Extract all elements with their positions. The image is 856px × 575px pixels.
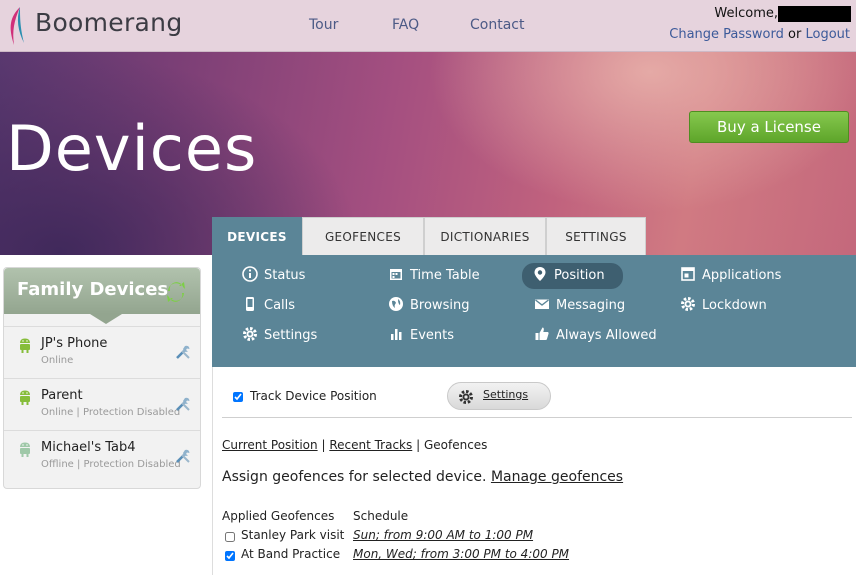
subnav-events-label: Events (410, 328, 455, 343)
brand-name[interactable]: Boomerang (35, 8, 183, 37)
tab-devices[interactable]: DEVICES (212, 217, 302, 255)
device-status: Online | Protection Disabled (41, 407, 181, 418)
tools-icon[interactable] (174, 395, 192, 413)
bar-chart-icon (391, 329, 402, 340)
device-row[interactable]: JP's Phone Online (4, 326, 200, 378)
subnav-calls-label: Calls (264, 298, 296, 313)
tools-icon[interactable] (174, 447, 192, 465)
header-pointer (90, 314, 122, 324)
geofence-name: At Band Practice (241, 547, 341, 561)
subnav-status-label: Status (264, 268, 306, 283)
subnav-always-allowed-label: Always Allowed (556, 328, 657, 343)
subnav-always-allowed[interactable]: Always Allowed (534, 326, 657, 346)
subnav-settings[interactable]: Settings (242, 326, 317, 346)
subnav-calls[interactable]: Calls (242, 296, 295, 316)
assign-description: Assign geofences for selected device. (222, 469, 487, 485)
change-password-link[interactable]: Change Password (669, 27, 784, 42)
subnav-timetable[interactable]: Time Table (388, 266, 480, 286)
device-name: Michael's Tab4 (41, 440, 136, 455)
assign-geofences-text: Assign geofences for selected device. Ma… (222, 469, 623, 485)
subnav-events[interactable]: Events (388, 326, 454, 346)
manage-geofences-link[interactable]: Manage geofences (491, 469, 623, 485)
content-left-border (212, 367, 213, 575)
section-divider (222, 417, 852, 418)
nav-contact-link[interactable]: Contact (470, 17, 524, 33)
device-subnav: Status Calls Settings Time Table Browsin… (212, 255, 856, 367)
redacted-username (778, 6, 851, 22)
recent-tracks-link[interactable]: Recent Tracks (329, 438, 412, 452)
thumbs-up-icon (535, 327, 549, 340)
window-icon (681, 267, 695, 281)
buy-license-button[interactable]: Buy a License (689, 111, 849, 143)
geofence-name: Stanley Park visit (241, 528, 345, 542)
subtab-separator: | (321, 438, 326, 452)
position-settings-label: Settings (483, 388, 529, 401)
android-icon (20, 442, 30, 457)
subnav-position[interactable]: Position (522, 263, 623, 289)
geofence-schedule-link[interactable]: Sun; from 9:00 AM to 1:00 PM (353, 528, 533, 542)
info-icon (242, 266, 258, 282)
subnav-messaging[interactable]: Messaging (534, 296, 625, 316)
applied-geofences-header: Applied Geofences (222, 509, 335, 523)
family-devices-title: Family Devices (17, 279, 169, 300)
top-header: Boomerang Tour FAQ Contact Welcome, Chan… (0, 0, 856, 52)
geofences-subtab-current: Geofences (423, 438, 488, 452)
subnav-status[interactable]: Status (242, 266, 305, 286)
position-subtabs: Current Position | Recent Tracks | Geofe… (222, 438, 487, 452)
phone-icon (246, 297, 254, 311)
nav-faq-link[interactable]: FAQ (392, 17, 419, 33)
device-status: Online (41, 355, 74, 366)
or-text: or (788, 27, 802, 42)
globe-icon (389, 297, 403, 311)
welcome-text: Welcome, (714, 6, 778, 21)
tab-geofences[interactable]: GEOFENCES (302, 217, 424, 255)
subnav-applications[interactable]: Applications (680, 266, 781, 286)
device-name: JP's Phone (41, 336, 108, 351)
envelope-icon (535, 299, 549, 309)
subnav-position-label: Position (554, 268, 605, 283)
device-name: Parent (41, 388, 83, 403)
geofence-schedule-link[interactable]: Mon, Wed; from 3:00 PM to 4:00 PM (353, 547, 569, 561)
gear-icon (459, 390, 473, 404)
device-status: Offline | Protection Disabled (41, 459, 181, 470)
subnav-settings-label: Settings (264, 328, 318, 343)
refresh-icon[interactable] (164, 280, 188, 304)
map-pin-icon (534, 267, 546, 281)
calendar-icon (390, 269, 402, 280)
subnav-browsing-label: Browsing (410, 298, 470, 313)
subnav-browsing[interactable]: Browsing (388, 296, 469, 316)
subnav-lockdown-label: Lockdown (702, 298, 767, 313)
current-position-link[interactable]: Current Position (222, 438, 318, 452)
schedule-header: Schedule (353, 509, 409, 523)
track-position-checkbox[interactable] (233, 392, 243, 402)
position-settings-button[interactable]: Settings (447, 382, 551, 410)
geofence-checkbox[interactable] (225, 532, 235, 542)
tools-icon[interactable] (174, 343, 192, 361)
track-position-label: Track Device Position (250, 389, 377, 403)
tab-settings[interactable]: SETTINGS (546, 217, 646, 255)
subnav-lockdown[interactable]: Lockdown (680, 296, 767, 316)
family-devices-panel: Family Devices JP's Phone Online Parent … (3, 267, 201, 489)
gear-icon (243, 327, 257, 341)
device-row[interactable]: Parent Online | Protection Disabled (4, 378, 200, 430)
nav-tour-link[interactable]: Tour (309, 17, 338, 33)
geofence-checkbox[interactable] (225, 551, 235, 561)
main-tabs: DEVICES GEOFENCES DICTIONARIES SETTINGS (212, 217, 646, 255)
subnav-timetable-label: Time Table (410, 268, 480, 283)
android-icon (20, 390, 30, 405)
subnav-applications-label: Applications (702, 268, 782, 283)
android-icon (20, 338, 30, 353)
account-links: Change Password or Logout (669, 27, 850, 42)
device-row[interactable]: Michael's Tab4 Offline | Protection Disa… (4, 430, 200, 482)
subtab-separator: | (416, 438, 421, 452)
page-title: Devices (6, 112, 258, 185)
lockdown-gear-icon (681, 297, 695, 311)
subnav-messaging-label: Messaging (556, 298, 626, 313)
family-devices-header: Family Devices (4, 268, 200, 314)
tab-dictionaries[interactable]: DICTIONARIES (424, 217, 546, 255)
boomerang-logo-icon[interactable] (6, 5, 26, 47)
logout-link[interactable]: Logout (805, 27, 850, 42)
